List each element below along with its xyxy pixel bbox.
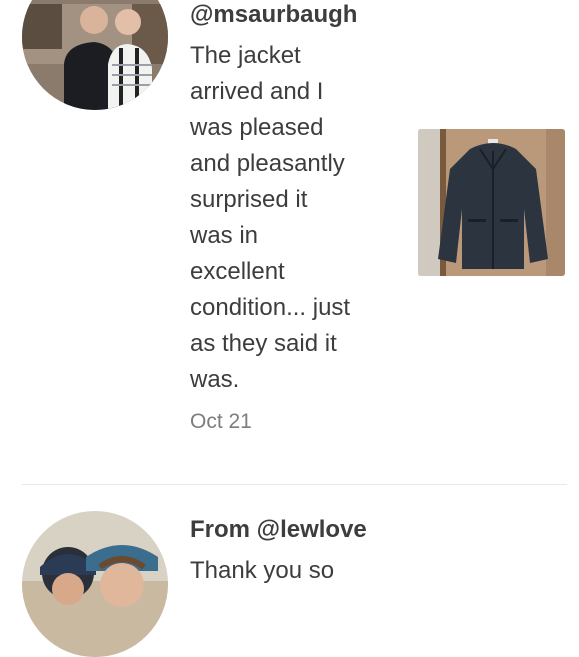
reviewer-handle[interactable]: @msaurbaugh — [190, 0, 400, 30]
review-card: @msaurbaugh The jacket arrived and I was… — [0, 0, 579, 484]
reviewer-avatar[interactable] — [22, 0, 168, 110]
review-text-line: as they said it — [190, 330, 337, 357]
review-text-line: was. — [190, 366, 240, 393]
review-body: From @lewlove Thank you so — [190, 515, 400, 589]
reviewer-avatar[interactable] — [22, 511, 168, 657]
avatar-photo — [22, 511, 168, 657]
review-text-line: surprised it — [190, 186, 308, 213]
review-card: From @lewlove Thank you so — [0, 485, 579, 657]
review-text-line: condition... just — [190, 294, 351, 321]
review-text-line: excellent — [190, 258, 285, 285]
review-text-line: arrived and I — [190, 78, 324, 105]
jacket-photo — [418, 129, 565, 276]
avatar-photo — [22, 0, 168, 110]
review-photo-thumbnail[interactable] — [418, 129, 565, 276]
review-text-line: was in — [190, 222, 259, 249]
review-text: Thank you so — [190, 553, 400, 589]
reviewer-handle[interactable]: From @lewlove — [190, 515, 400, 545]
review-body: @msaurbaugh The jacket arrived and I was… — [190, 0, 400, 434]
review-text: The jacket arrived and I was pleased and… — [190, 38, 400, 398]
review-date: Oct 21 — [190, 410, 252, 433]
review-text-line: Thank you so — [190, 557, 335, 584]
review-text-line: and pleasantly — [190, 150, 345, 177]
review-text-line: was pleased — [190, 114, 324, 141]
review-text-line: The jacket — [190, 42, 301, 69]
